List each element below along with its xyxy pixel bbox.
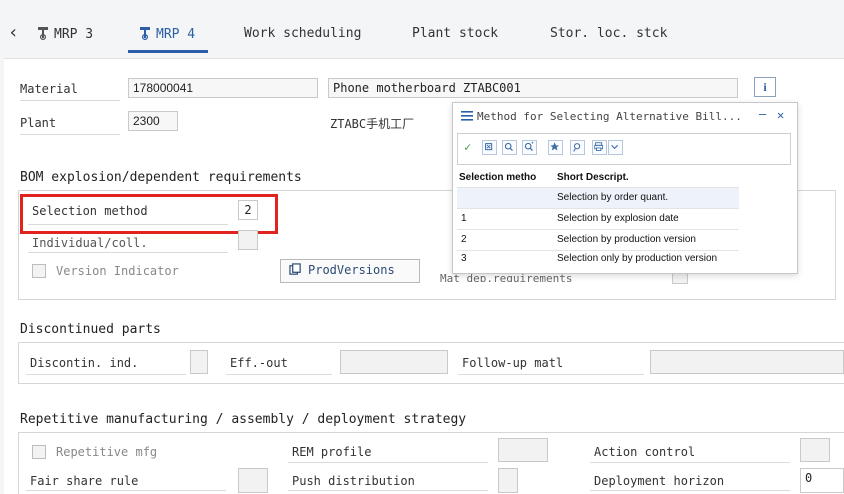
- deployment-horizon-field[interactable]: 0: [800, 468, 844, 493]
- highlight-box: [20, 194, 278, 234]
- row-description: Selection only by production version: [557, 253, 718, 264]
- filter-icon[interactable]: [482, 140, 497, 155]
- close-icon[interactable]: ✕: [777, 108, 784, 122]
- divider: [26, 374, 186, 375]
- rem-profile-label: REM profile: [292, 445, 372, 459]
- material-label: Material: [20, 82, 78, 96]
- plant-description: ZTABC手机工厂: [330, 117, 415, 131]
- repetitive-mfg-checkbox[interactable]: [32, 445, 46, 459]
- active-tab-indicator: [128, 50, 208, 53]
- tab-stor-loc-stck[interactable]: Stor. loc. stck: [550, 26, 667, 41]
- push-distribution-field[interactable]: [498, 468, 518, 493]
- prodversions-button[interactable]: ProdVersions: [280, 259, 420, 283]
- column-header-description: Short Descript.: [557, 172, 629, 183]
- divider: [20, 100, 120, 101]
- divider: [458, 374, 644, 375]
- popup-toolbar: ✓: [457, 133, 791, 165]
- row-description: Selection by production version: [557, 234, 696, 245]
- deployment-horizon-label: Deployment horizon: [594, 474, 725, 488]
- popup-title: Method for Selecting Alternative Bill...: [477, 110, 742, 123]
- divider: [226, 374, 332, 375]
- divider: [590, 462, 790, 463]
- row-description: Selection by order quant.: [557, 192, 669, 203]
- followup-matl-label: Follow-up matl: [462, 356, 564, 370]
- divider: [20, 134, 120, 135]
- print-icon[interactable]: [592, 140, 607, 155]
- tab-bar: ‹ MRP 3 MRP 4 Work scheduling Plant stoc…: [0, 0, 844, 56]
- divider: [26, 490, 226, 491]
- repetitive-section-title: Repetitive manufacturing / assembly / de…: [20, 412, 467, 427]
- divider: [288, 490, 488, 491]
- tab-label: Plant stock: [412, 26, 499, 41]
- tab-label: Stor. loc. stck: [550, 26, 668, 41]
- back-chevron-icon[interactable]: ‹: [8, 22, 19, 43]
- column-header-method: Selection metho: [459, 172, 537, 183]
- fair-share-label: Fair share rule: [30, 474, 139, 488]
- divider: [28, 252, 228, 253]
- material-master-icon: [140, 27, 150, 40]
- check-icon[interactable]: ✓: [464, 140, 471, 154]
- rem-profile-field[interactable]: [498, 438, 548, 462]
- bom-section-title: BOM explosion/dependent requirements: [20, 170, 302, 185]
- tab-mrp4[interactable]: MRP 4: [138, 26, 195, 42]
- plant-field[interactable]: 2300: [128, 111, 178, 131]
- search-icon[interactable]: [502, 140, 517, 155]
- discontin-ind-label: Discontin. ind.: [30, 356, 139, 370]
- tab-work-scheduling[interactable]: Work scheduling: [244, 26, 361, 41]
- tab-plant-stock[interactable]: Plant stock: [412, 26, 498, 41]
- eff-out-field[interactable]: [340, 350, 448, 374]
- tab-mrp3[interactable]: MRP 3: [36, 26, 93, 42]
- material-description-field: Phone motherboard ZTABC001: [328, 78, 738, 98]
- individual-coll-label: Individual/coll.: [32, 236, 148, 250]
- row-method: 1: [461, 213, 467, 224]
- tab-label: MRP 3: [54, 27, 94, 42]
- minimize-icon[interactable]: —: [759, 107, 766, 121]
- discontinued-section-title: Discontinued parts: [20, 322, 161, 337]
- version-indicator-label: Version Indicator: [56, 264, 179, 278]
- row-description: Selection by explosion date: [557, 213, 679, 224]
- value-help-popup: Method for Selecting Alternative Bill...…: [452, 102, 798, 274]
- plant-label: Plant: [20, 116, 57, 130]
- prodversions-label: ProdVersions: [308, 263, 395, 277]
- followup-matl-field[interactable]: [650, 350, 844, 374]
- divider: [288, 462, 488, 463]
- tab-label: MRP 4: [156, 27, 196, 42]
- row-method: 2: [461, 234, 467, 245]
- table-row[interactable]: 3 Selection only by production version: [457, 251, 739, 269]
- divider: [590, 490, 790, 491]
- menu-icon[interactable]: [461, 111, 473, 121]
- favorite-icon[interactable]: [548, 140, 563, 155]
- table-row[interactable]: 2 Selection by production version: [457, 230, 739, 250]
- individual-coll-field[interactable]: [238, 230, 258, 250]
- action-control-label: Action control: [594, 445, 696, 459]
- chevron-down-icon[interactable]: [608, 140, 623, 155]
- search-more-icon[interactable]: [522, 140, 537, 155]
- repetitive-mfg-label: Repetitive mfg: [56, 445, 158, 459]
- help-icon[interactable]: [570, 140, 585, 155]
- table-row[interactable]: 1 Selection by explosion date: [457, 209, 739, 229]
- material-master-icon: [38, 27, 48, 40]
- eff-out-label: Eff.-out: [230, 356, 288, 370]
- row-method: 3: [461, 253, 467, 264]
- action-control-field[interactable]: [800, 438, 830, 462]
- version-indicator-checkbox[interactable]: [32, 264, 46, 278]
- discontin-ind-field[interactable]: [190, 350, 208, 374]
- fair-share-field[interactable]: [238, 468, 268, 493]
- table-row[interactable]: Selection by order quant.: [457, 188, 739, 208]
- tab-label: Work scheduling: [244, 26, 362, 41]
- info-icon[interactable]: i: [754, 77, 776, 97]
- material-field[interactable]: 178000041: [128, 78, 318, 98]
- prodversions-icon: [289, 263, 301, 275]
- push-distribution-label: Push distribution: [292, 474, 415, 488]
- selection-table: Selection metho Short Descript. Selectio…: [457, 167, 739, 271]
